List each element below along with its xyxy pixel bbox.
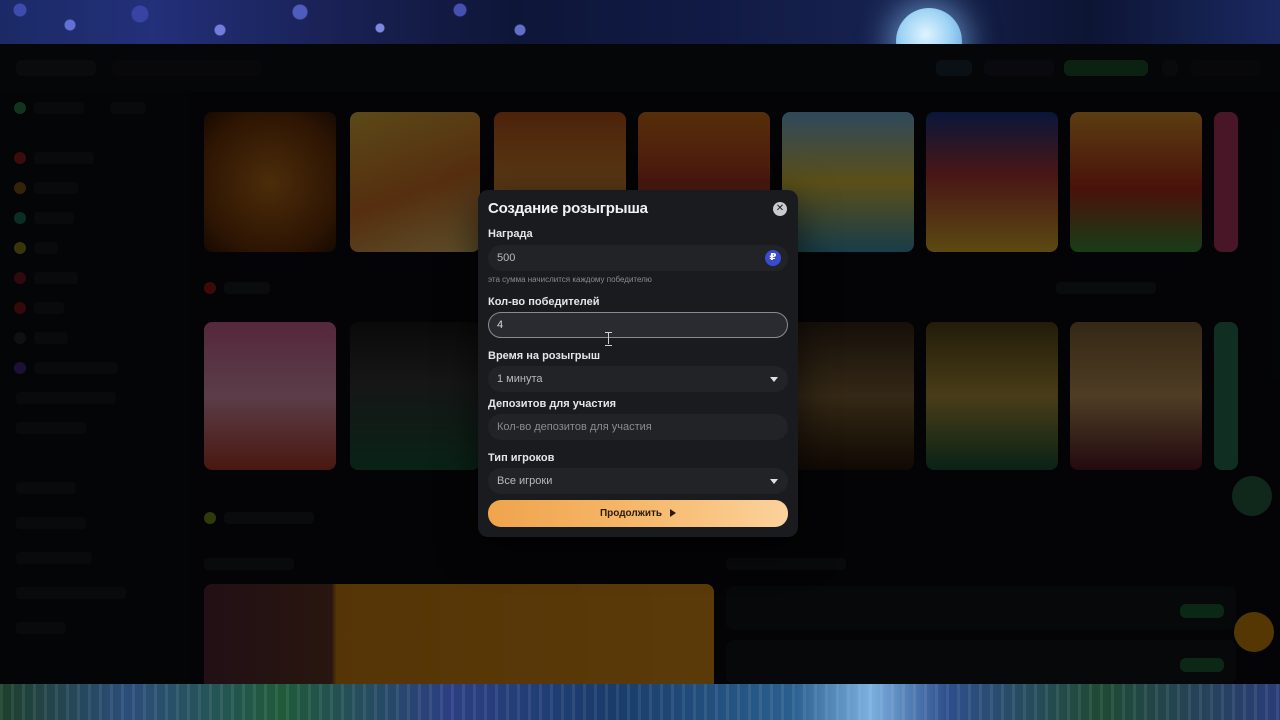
deposits-placeholder: Кол-во депозитов для участия	[497, 421, 652, 433]
winners-value: 4	[497, 319, 504, 331]
prize-value: 500	[497, 252, 516, 264]
chevron-down-icon	[770, 377, 778, 382]
duration-selected: 1 минута	[497, 373, 543, 385]
decorative-sky-bottom	[0, 684, 1280, 720]
duration-select[interactable]: 1 минута	[488, 366, 788, 392]
text-cursor-icon	[605, 332, 612, 346]
decorative-leaves	[0, 0, 560, 44]
player-type-select[interactable]: Все игроки	[488, 468, 788, 494]
modal-title: Создание розыгрыша	[488, 200, 648, 217]
play-arrow-icon	[670, 509, 677, 517]
ruble-icon: ₽	[765, 250, 781, 266]
winners-label: Кол-во победителей	[488, 296, 600, 308]
deposits-input[interactable]: Кол-во депозитов для участия	[488, 414, 788, 440]
continue-label: Продолжить	[599, 508, 663, 519]
winners-input[interactable]: 4	[488, 312, 788, 338]
screen: Создание розыгрыша ✕ Награда 500 ₽ эта с…	[0, 0, 1280, 720]
decorative-sky-top	[0, 0, 1280, 44]
chevron-down-icon	[770, 479, 778, 484]
deposits-label: Депозитов для участия	[488, 398, 617, 410]
create-giveaway-modal: Создание розыгрыша ✕ Награда 500 ₽ эта с…	[478, 190, 798, 537]
prize-label: Награда	[488, 228, 533, 240]
player-type-label: Тип игроков	[488, 452, 555, 464]
prize-input[interactable]: 500 ₽	[488, 245, 788, 271]
player-type-selected: Все игроки	[497, 475, 553, 487]
duration-label: Время на розыгрыш	[488, 350, 601, 362]
continue-button[interactable]: Продолжить	[488, 500, 788, 527]
close-icon[interactable]: ✕	[773, 202, 787, 216]
prize-hint: эта сумма начислится каждому победителю	[488, 275, 652, 284]
